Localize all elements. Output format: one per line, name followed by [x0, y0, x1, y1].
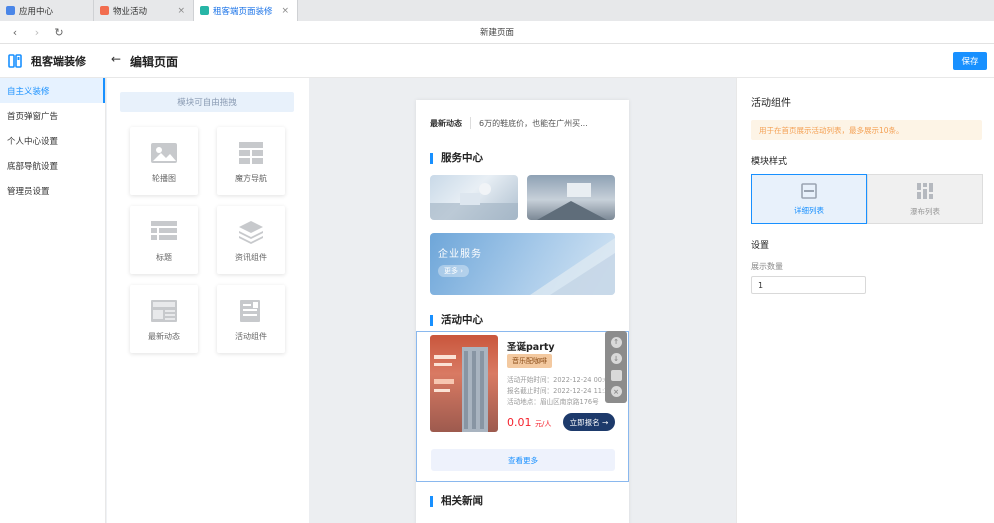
component-title[interactable]: 标题 [130, 206, 198, 274]
settings-panel: 活动组件 用于在首页展示活动列表，最多展示10条。 模块样式 详细列表 瀑布列表… [736, 78, 994, 523]
service-more-link[interactable]: 更多 › [438, 265, 470, 277]
activity-module[interactable]: 圣诞party 音乐配咖啡 活动开始时间：2022-12-24 00:00 报名… [416, 331, 629, 482]
join-now-button[interactable]: 立即报名 → [563, 413, 615, 431]
service-banner-label: 企业服务 [438, 249, 482, 260]
browser-tab-strip: 应用中心 物业活动 × 租客端页面装修 × [0, 0, 994, 21]
activity-price: 0.01 元/人 [507, 416, 551, 429]
back-arrow-icon[interactable]: ← [111, 52, 121, 66]
latest-news-module[interactable]: 最新动态 6万的鞋底价，也能在广州买... [430, 117, 619, 129]
sidebar-item-popup-ad[interactable]: 首页弹窗广告 [0, 103, 105, 128]
settings-section-label: 设置 [751, 241, 770, 251]
component-label: 最新动态 [148, 332, 180, 341]
sidebar: 自主义装修 首页弹窗广告 个人中心设置 底部导航设置 管理员设置 [0, 78, 106, 523]
grid-nav-icon [239, 142, 263, 164]
sidebar-item-profile-settings[interactable]: 个人中心设置 [0, 128, 105, 153]
tab-label: 应用中心 [19, 6, 54, 17]
sidebar-item-bottom-nav[interactable]: 底部导航设置 [0, 153, 105, 178]
window-title: 新建页面 [479, 28, 514, 38]
style-label: 模块样式 [751, 157, 788, 167]
conference-photo [537, 183, 607, 220]
building-photo [530, 238, 615, 295]
activity-center-title: 活动中心 [430, 315, 483, 326]
reload-icon[interactable]: ↻ [48, 26, 70, 39]
detail-list-icon [801, 182, 817, 199]
tab-app-center[interactable]: 应用中心 [0, 0, 94, 21]
component-label: 标题 [156, 253, 172, 262]
service-image-meeting[interactable] [430, 175, 518, 220]
style-option-waterfall[interactable]: 瀑布列表 [867, 174, 983, 224]
related-news-title: 相关新闻 [430, 496, 483, 507]
settings-title: 活动组件 [751, 98, 791, 109]
activity-deadline: 报名截止时间：2022-12-24 11:23 [507, 387, 613, 395]
app-header: 租客端装修 ← 编辑页面 保存 [0, 44, 994, 78]
copy-icon[interactable] [610, 369, 622, 381]
brand: 租客端装修 [8, 53, 86, 69]
close-icon[interactable]: × [177, 6, 185, 16]
component-grid-nav[interactable]: 魔方导航 [217, 127, 285, 195]
component-label: 轮播图 [152, 174, 176, 183]
sidebar-item-custom-decor[interactable]: 自主义装修 [0, 78, 105, 103]
activity-poster[interactable] [430, 335, 498, 432]
save-button[interactable]: 保存 [953, 52, 987, 70]
component-latest-news[interactable]: 最新动态 [130, 285, 198, 353]
move-up-icon[interactable]: ↑ [610, 336, 622, 348]
waterfall-icon [917, 182, 933, 199]
title-list-icon [151, 221, 177, 240]
component-carousel[interactable]: 轮播图 [130, 127, 198, 195]
style-option-detail-list[interactable]: 详细列表 [751, 174, 867, 224]
service-center-title: 服务中心 [430, 153, 483, 164]
activity-location: 活动地点：眉山区南京路176号 [507, 398, 599, 406]
component-label: 活动组件 [235, 332, 267, 341]
address-bar: ‹ › ↻ 新建页面 [0, 21, 994, 44]
view-more-button[interactable]: 查看更多 [431, 449, 615, 471]
brand-icon [8, 54, 22, 68]
news-icon [151, 300, 177, 322]
component-panel: 模块可自由拖拽 轮播图 魔方导航 标题 资讯组件 最新动态 活动组件 [107, 78, 309, 523]
module-toolbar: ↑ ↓ × [605, 331, 627, 403]
component-label: 魔方导航 [235, 174, 267, 183]
delete-icon[interactable]: × [610, 386, 622, 398]
layers-icon [239, 221, 263, 244]
activity-tag: 音乐配咖啡 [507, 354, 552, 368]
display-count-input[interactable]: 1 [751, 276, 866, 294]
close-icon[interactable]: × [281, 6, 289, 16]
divider [470, 117, 471, 129]
move-down-icon[interactable]: ↓ [610, 353, 622, 365]
style-option-label: 详细列表 [794, 205, 824, 215]
activity-doc-icon [240, 300, 260, 322]
price-value: 0.01 [507, 416, 532, 429]
decor-icon [200, 6, 209, 15]
back-nav-icon[interactable]: ‹ [4, 26, 26, 39]
component-label: 资讯组件 [235, 253, 267, 262]
service-banner-enterprise[interactable]: 企业服务 更多 › [430, 233, 615, 295]
forward-nav-icon[interactable]: › [26, 26, 48, 39]
component-activity[interactable]: 活动组件 [217, 285, 285, 353]
drag-hint: 模块可自由拖拽 [120, 92, 294, 112]
editor-canvas: 最新动态 6万的鞋底价，也能在广州买... 服务中心 企业服务 更多 › 活动中… [309, 78, 736, 523]
page-title: 编辑页面 [130, 55, 179, 69]
price-unit: 元/人 [535, 420, 552, 428]
activity-icon [100, 6, 109, 15]
phone-preview: 最新动态 6万的鞋底价，也能在广州买... 服务中心 企业服务 更多 › 活动中… [416, 100, 629, 523]
settings-notice: 用于在首页展示活动列表，最多展示10条。 [751, 120, 982, 140]
activity-start-time: 活动开始时间：2022-12-24 00:00 [507, 376, 613, 384]
news-tag: 最新动态 [430, 118, 462, 128]
image-icon [151, 143, 177, 163]
tab-label: 物业活动 [113, 6, 148, 17]
brand-name: 租客端装修 [31, 55, 86, 68]
meeting-photo [430, 183, 518, 220]
app-icon [6, 6, 15, 15]
tab-property-activity[interactable]: 物业活动 × [94, 0, 194, 21]
sidebar-item-admin-settings[interactable]: 管理员设置 [0, 178, 105, 203]
display-count-label: 展示数量 [751, 262, 783, 271]
service-image-conference[interactable] [527, 175, 615, 220]
activity-name: 圣诞party [507, 342, 555, 353]
tab-label: 租客端页面装修 [213, 6, 273, 17]
tab-tenant-decor[interactable]: 租客端页面装修 × [194, 0, 298, 21]
style-option-label: 瀑布列表 [910, 206, 940, 216]
poster-image [434, 347, 488, 432]
component-info[interactable]: 资讯组件 [217, 206, 285, 274]
news-headline: 6万的鞋底价，也能在广州买... [479, 118, 588, 128]
